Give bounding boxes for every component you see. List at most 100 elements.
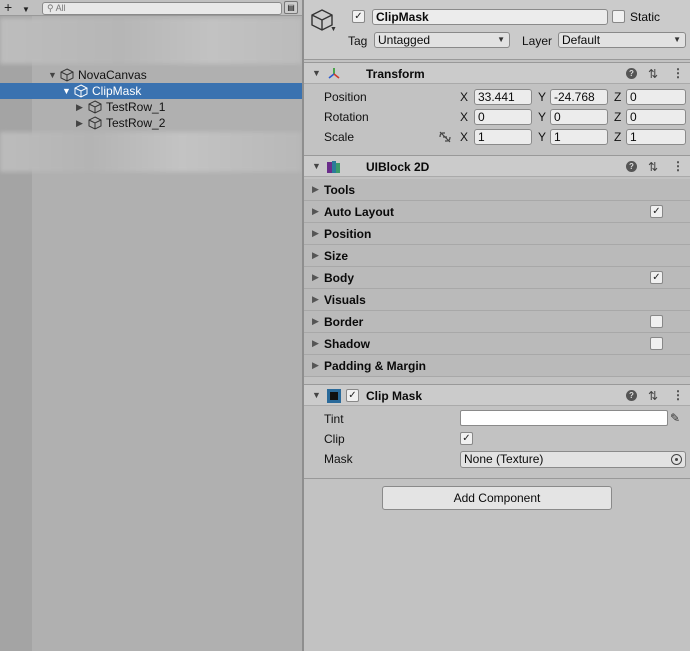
help-icon[interactable]: ? bbox=[626, 68, 637, 79]
hierarchy-panel: + ▼ ⚲ All ▤ ▼ NovaCanvas ▼ ClipMask ▶ Tes… bbox=[0, 0, 302, 651]
section-tools[interactable]: ▶ Tools bbox=[304, 179, 690, 201]
section-padding-margin[interactable]: ▶ Padding & Margin bbox=[304, 355, 690, 377]
hierarchy-item-testrow-2[interactable]: ▶ TestRow_2 bbox=[0, 115, 302, 131]
layer-dropdown[interactable]: Default ▼ bbox=[558, 32, 686, 48]
tint-label: Tint bbox=[324, 412, 344, 426]
clipmask-header[interactable]: ▼ ✓ Clip Mask ? ⇅ ⋮ bbox=[304, 384, 690, 406]
collapsed-arrow-icon: ▶ bbox=[312, 316, 319, 326]
collapsed-arrow-icon: ▶ bbox=[312, 206, 319, 216]
hierarchy-item-clipmask[interactable]: ▼ ClipMask bbox=[0, 83, 302, 99]
foldout-arrow-icon[interactable]: ▼ bbox=[312, 68, 321, 78]
position-label: Position bbox=[324, 90, 367, 104]
constrain-proportions-link-icon[interactable] bbox=[438, 131, 452, 143]
body-checkbox[interactable]: ✓ bbox=[650, 271, 663, 284]
chevron-down-icon: ▼ bbox=[22, 5, 30, 14]
help-icon[interactable]: ? bbox=[626, 390, 637, 401]
gameobject-icon bbox=[74, 84, 88, 98]
section-shadow[interactable]: ▶ Shadow bbox=[304, 333, 690, 355]
collapsed-arrow-icon: ▶ bbox=[312, 272, 319, 282]
scale-x-field[interactable]: 1 bbox=[474, 129, 532, 145]
collapsed-arrow-icon: ▶ bbox=[312, 294, 319, 304]
clip-label: Clip bbox=[324, 432, 345, 446]
z-label: Z bbox=[614, 110, 622, 124]
x-label: X bbox=[460, 90, 469, 104]
clipmask-icon bbox=[327, 389, 341, 403]
auto-layout-checkbox[interactable]: ✓ bbox=[650, 205, 663, 218]
preset-sliders-icon[interactable]: ⇅ bbox=[648, 160, 658, 174]
section-visuals[interactable]: ▶ Visuals bbox=[304, 289, 690, 311]
kebab-menu-icon[interactable]: ⋮ bbox=[672, 159, 684, 173]
uiblock-header[interactable]: ▼ UIBlock 2D ? ⇅ ⋮ bbox=[304, 155, 690, 177]
mask-label: Mask bbox=[324, 452, 353, 466]
x-label: X bbox=[460, 110, 469, 124]
static-checkbox[interactable] bbox=[612, 10, 625, 23]
position-z-field[interactable]: 0 bbox=[626, 89, 686, 105]
expanded-arrow-icon[interactable]: ▼ bbox=[48, 67, 57, 83]
help-icon[interactable]: ? bbox=[626, 161, 637, 172]
object-header: ▼ ✓ ClipMask Static Tag Untagged ▼ Layer … bbox=[304, 0, 690, 60]
search-options-icon[interactable]: ▤ bbox=[284, 1, 298, 14]
transform-header[interactable]: ▼ Transform ? ⇅ ⋮ bbox=[304, 62, 690, 84]
transform-axes-icon bbox=[328, 68, 340, 79]
collapsed-arrow-icon: ▶ bbox=[312, 250, 319, 260]
hierarchy-toolbar: + ▼ ⚲ All ▤ bbox=[0, 0, 302, 16]
scale-z-field[interactable]: 1 bbox=[626, 129, 686, 145]
create-button[interactable]: + ▼ bbox=[4, 0, 34, 15]
chevron-down-icon: ▼ bbox=[497, 35, 505, 44]
position-y-field[interactable]: -24.768 bbox=[550, 89, 608, 105]
shadow-checkbox[interactable] bbox=[650, 337, 663, 350]
tint-color-field[interactable] bbox=[460, 410, 668, 426]
foldout-arrow-icon[interactable]: ▼ bbox=[312, 161, 321, 171]
tag-dropdown[interactable]: Untagged ▼ bbox=[374, 32, 510, 48]
preset-sliders-icon[interactable]: ⇅ bbox=[648, 389, 658, 403]
gameobject-icon bbox=[88, 100, 102, 114]
kebab-menu-icon[interactable]: ⋮ bbox=[672, 388, 684, 402]
section-position[interactable]: ▶ Position bbox=[304, 223, 690, 245]
component-header-icons: ? ⇅ ⋮ bbox=[626, 159, 686, 174]
collapsed-arrow-icon: ▶ bbox=[312, 228, 319, 238]
component-header-icons: ? ⇅ ⋮ bbox=[626, 66, 686, 81]
border-checkbox[interactable] bbox=[650, 315, 663, 328]
x-label: X bbox=[460, 130, 469, 144]
collapsed-arrow-icon: ▶ bbox=[312, 338, 319, 348]
gameobject-icon bbox=[60, 68, 74, 82]
icon-dropdown-chevron-icon[interactable]: ▼ bbox=[330, 26, 337, 33]
mask-texture-field[interactable]: None (Texture) bbox=[460, 451, 686, 468]
position-x-field[interactable]: 33.441 bbox=[474, 89, 532, 105]
section-auto-layout[interactable]: ▶ Auto Layout ✓ bbox=[304, 201, 690, 223]
rotation-x-field[interactable]: 0 bbox=[474, 109, 532, 125]
z-label: Z bbox=[614, 130, 622, 144]
y-label: Y bbox=[538, 130, 547, 144]
kebab-menu-icon[interactable]: ⋮ bbox=[672, 66, 684, 80]
gameobject-icon bbox=[88, 116, 102, 130]
section-body[interactable]: ▶ Body ✓ bbox=[304, 267, 690, 289]
add-component-button[interactable]: Add Component bbox=[382, 486, 612, 510]
collapsed-arrow-icon: ▶ bbox=[312, 184, 319, 194]
clip-checkbox[interactable]: ✓ bbox=[460, 432, 473, 445]
rotation-z-field[interactable]: 0 bbox=[626, 109, 686, 125]
hierarchy-search-input[interactable]: ⚲ All bbox=[42, 2, 282, 15]
scale-y-field[interactable]: 1 bbox=[550, 129, 608, 145]
collapsed-arrow-icon[interactable]: ▶ bbox=[76, 115, 83, 131]
hierarchy-item-testrow-1[interactable]: ▶ TestRow_1 bbox=[0, 99, 302, 115]
section-border[interactable]: ▶ Border bbox=[304, 311, 690, 333]
search-icon: ⚲ bbox=[47, 3, 54, 13]
expanded-arrow-icon[interactable]: ▼ bbox=[62, 83, 71, 99]
object-picker-target-icon[interactable] bbox=[671, 454, 682, 465]
active-checkbox[interactable]: ✓ bbox=[352, 10, 365, 23]
y-label: Y bbox=[538, 110, 547, 124]
rotation-y-field[interactable]: 0 bbox=[550, 109, 608, 125]
static-label: Static bbox=[630, 10, 661, 24]
section-size[interactable]: ▶ Size bbox=[304, 245, 690, 267]
collapsed-arrow-icon[interactable]: ▶ bbox=[76, 99, 83, 115]
blurred-rows-bottom bbox=[0, 132, 302, 172]
clipmask-enabled-checkbox[interactable]: ✓ bbox=[346, 389, 359, 402]
object-name-field[interactable]: ClipMask bbox=[372, 9, 608, 25]
preset-sliders-icon[interactable]: ⇅ bbox=[648, 67, 658, 81]
rotation-label: Rotation bbox=[324, 110, 369, 124]
foldout-arrow-icon[interactable]: ▼ bbox=[312, 390, 321, 400]
blurred-rows-top bbox=[0, 18, 302, 64]
eyedropper-icon[interactable]: ✎ bbox=[670, 411, 680, 425]
collapsed-arrow-icon: ▶ bbox=[312, 360, 319, 370]
hierarchy-item-novacanvas[interactable]: ▼ NovaCanvas bbox=[0, 67, 302, 83]
